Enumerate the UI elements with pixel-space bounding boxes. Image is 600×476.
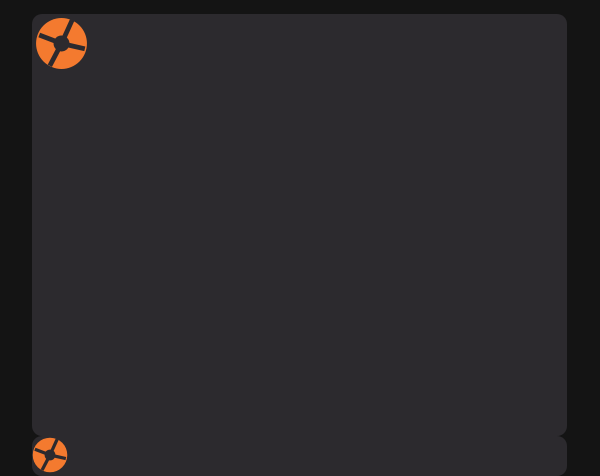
orange-segmented-circle-logo-icon (32, 437, 68, 473)
orange-segmented-circle-logo-icon (36, 18, 87, 69)
feed-card[interactable] (32, 436, 567, 476)
feed-card[interactable] (32, 14, 567, 436)
